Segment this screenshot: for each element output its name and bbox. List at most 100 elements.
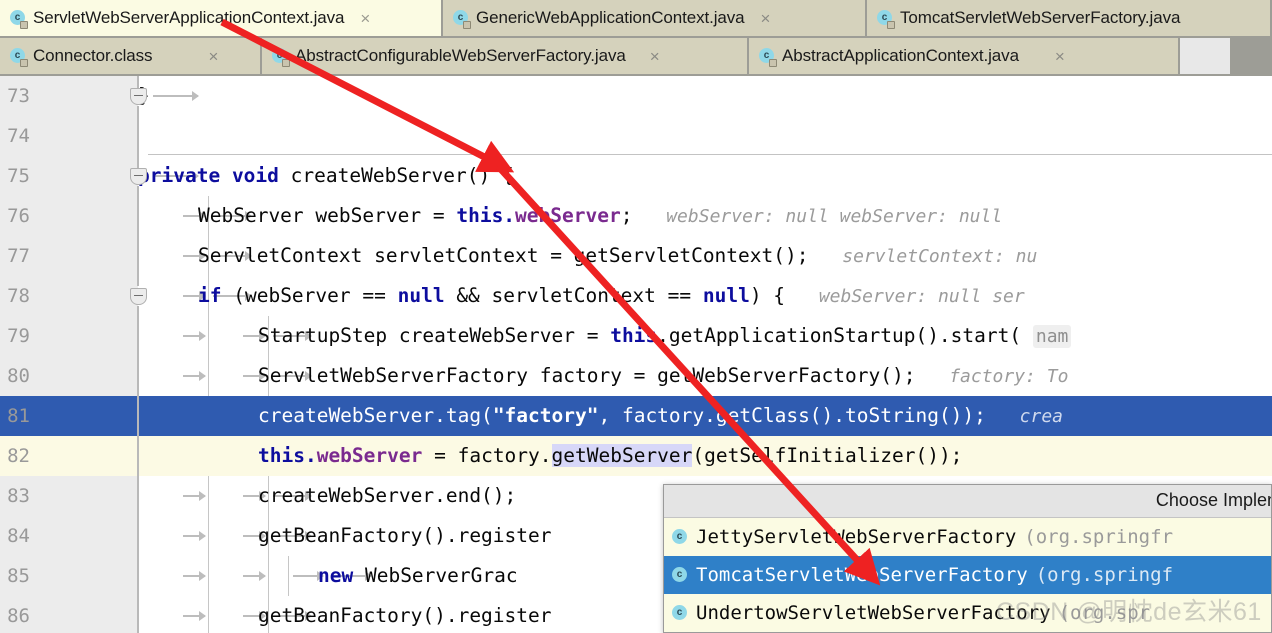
line-number: 76 — [7, 205, 30, 227]
highlighted-identifier[interactable]: getWebServer — [551, 444, 693, 467]
keyword-this: this. — [456, 204, 516, 227]
line-content — [138, 116, 1272, 156]
code-line[interactable]: 77 ServletContext servletContext = getSe… — [0, 236, 1272, 276]
fold-marker[interactable] — [130, 88, 147, 105]
field-reference: webServer — [316, 444, 423, 467]
code-text: (getSelfInitializer()); — [692, 444, 963, 467]
line-number: 75 — [7, 165, 30, 187]
inline-debug-hint: webServer: null webServer: null — [666, 206, 1003, 227]
implementation-package: (org.spr — [1058, 602, 1151, 624]
code-text: ServletWebServerFactory factory = getWeb… — [258, 364, 916, 387]
condition-part-2: && servletContext == — [444, 284, 703, 307]
code-text: .getApplicationStartup().start( — [657, 324, 1022, 347]
code-line-caret[interactable]: 82 this.webServer = factory.getWebServer… — [0, 436, 1272, 476]
keyword-new: new — [318, 564, 354, 587]
line-number: 79 — [7, 325, 30, 347]
line-number: 77 — [7, 245, 30, 267]
tab-close-icon[interactable]: × — [360, 10, 370, 27]
fold-marker[interactable] — [130, 168, 147, 185]
code-text: WebServerGrac — [353, 564, 518, 587]
implementation-name: TomcatServletWebServerFactory — [696, 564, 1028, 586]
choose-implementation-popup[interactable]: Choose Implen c JettyServletWebServerFac… — [663, 484, 1272, 633]
type-name: WebServer — [198, 204, 304, 227]
keyword-this: this. — [258, 444, 317, 467]
implementation-name: JettyServletWebServerFactory — [696, 526, 1017, 548]
tab-genericwebapplicationcontext[interactable]: c GenericWebApplicationContext.java × — [443, 0, 867, 36]
semicolon: ; — [620, 204, 633, 227]
inline-parameter-hint: nam — [1032, 325, 1072, 348]
tab-connector-class[interactable]: c Connector.class × — [0, 38, 262, 74]
tab-label: Connector.class — [33, 46, 153, 65]
keyword-if: if — [198, 284, 222, 307]
line-content: createWebServer.tag("factory", factory.g… — [138, 396, 1272, 436]
line-content: ServletWebServerFactory factory = getWeb… — [138, 356, 1272, 396]
code-line[interactable]: 73 } — [0, 76, 1272, 116]
inline-debug-hint: crea — [1019, 406, 1064, 427]
java-class-icon: c — [10, 47, 28, 67]
tab-label: TomcatServletWebServerFactory.java — [900, 8, 1181, 27]
line-number: 80 — [7, 365, 30, 387]
string-literal: "factory" — [492, 404, 599, 427]
line-number: 73 — [7, 85, 30, 107]
popup-item-jetty[interactable]: c JettyServletWebServerFactory (org.spri… — [664, 518, 1271, 556]
line-number: 84 — [7, 525, 30, 547]
code-line[interactable]: 78 if (webServer == null && servletConte… — [0, 276, 1272, 316]
tab-servletwebserverapplicationcontext[interactable]: c ServletWebServerApplicationContext.jav… — [0, 0, 443, 36]
implementation-package: (org.springf — [1035, 564, 1174, 586]
keyword-this: this — [610, 324, 658, 347]
line-content: private void createWebServer() { — [138, 156, 1272, 196]
code-text: StartupStep createWebServer = — [258, 324, 611, 347]
tab-close-icon[interactable]: × — [208, 48, 218, 65]
line-content: StartupStep createWebServer = this.getAp… — [138, 316, 1272, 356]
keyword-null: null — [397, 284, 445, 307]
tab-close-icon[interactable]: × — [1055, 48, 1065, 65]
field-reference: webServer — [515, 204, 621, 227]
line-number: 74 — [7, 125, 30, 147]
inline-debug-hint: factory: To — [949, 366, 1069, 387]
code-line-selected[interactable]: 81 createWebServer.tag("factory", factor… — [0, 396, 1272, 436]
line-content: this.webServer = factory.getWebServer(ge… — [138, 436, 1272, 476]
variable-name: webServer — [315, 204, 422, 227]
line-content: if (webServer == null && servletContext … — [138, 276, 1272, 316]
inline-debug-hint: webServer: null ser — [818, 286, 1025, 307]
condition-part-1: (webServer == — [233, 284, 398, 307]
tab-label: AbstractConfigurableWebServerFactory.jav… — [295, 46, 626, 65]
tab-row-1: c ServletWebServerApplicationContext.jav… — [0, 0, 1272, 36]
java-class-icon: c — [453, 9, 471, 29]
popup-header: Choose Implen — [664, 485, 1271, 518]
inline-debug-hint: servletContext: nu — [842, 246, 1038, 267]
popup-item-tomcat[interactable]: c TomcatServletWebServerFactory (org.spr… — [664, 556, 1271, 594]
declaration-text: WebServer webServer = — [198, 204, 456, 227]
java-class-icon: c — [877, 9, 895, 29]
tab-overflow-area — [1180, 38, 1230, 74]
method-signature: createWebServer() { — [290, 164, 514, 187]
line-content: WebServer webServer = this.webServer; we… — [138, 196, 1272, 236]
code-line[interactable]: 80 ServletWebServerFactory factory = get… — [0, 356, 1272, 396]
tab-row-2: c Connector.class × c AbstractConfigurab… — [0, 38, 1272, 74]
line-number: 83 — [7, 485, 30, 507]
keyword-null: null — [702, 284, 750, 307]
operator: = — [432, 204, 445, 227]
fold-marker[interactable] — [130, 288, 147, 305]
line-number: 82 — [7, 445, 30, 467]
code-line[interactable]: 74 — [0, 116, 1272, 156]
tab-close-icon[interactable]: × — [650, 48, 660, 65]
code-text: , factory.getClass().toString()); — [598, 404, 986, 427]
code-text: ServletContext servletContext = getServl… — [198, 244, 809, 267]
condition-part-3: ) { — [749, 284, 786, 307]
tab-abstractconfigurablewebserverfactory[interactable]: c AbstractConfigurableWebServerFactory.j… — [262, 38, 749, 74]
code-line[interactable]: 75 private void createWebServer() { — [0, 154, 1272, 196]
tab-abstractapplicationcontext[interactable]: c AbstractApplicationContext.java × — [749, 38, 1180, 74]
popup-item-undertow[interactable]: c UndertowServletWebServerFactory (org.s… — [664, 594, 1271, 632]
implementation-package: (org.springfr — [1024, 526, 1174, 548]
line-number: 81 — [7, 405, 30, 427]
code-text: createWebServer.end(); — [258, 484, 517, 507]
code-line[interactable]: 76 WebServer webServer = this.webServer;… — [0, 196, 1272, 236]
line-number: 78 — [7, 285, 30, 307]
tab-tomcatservletwebserverfactory[interactable]: c TomcatServletWebServerFactory.java — [867, 0, 1270, 36]
tab-label: AbstractApplicationContext.java — [782, 46, 1019, 65]
code-line[interactable]: 79 StartupStep createWebServer = this.ge… — [0, 316, 1272, 356]
popup-title: Choose Implen — [1155, 490, 1272, 510]
tab-close-icon[interactable]: × — [761, 10, 771, 27]
line-content: } — [138, 76, 1272, 116]
